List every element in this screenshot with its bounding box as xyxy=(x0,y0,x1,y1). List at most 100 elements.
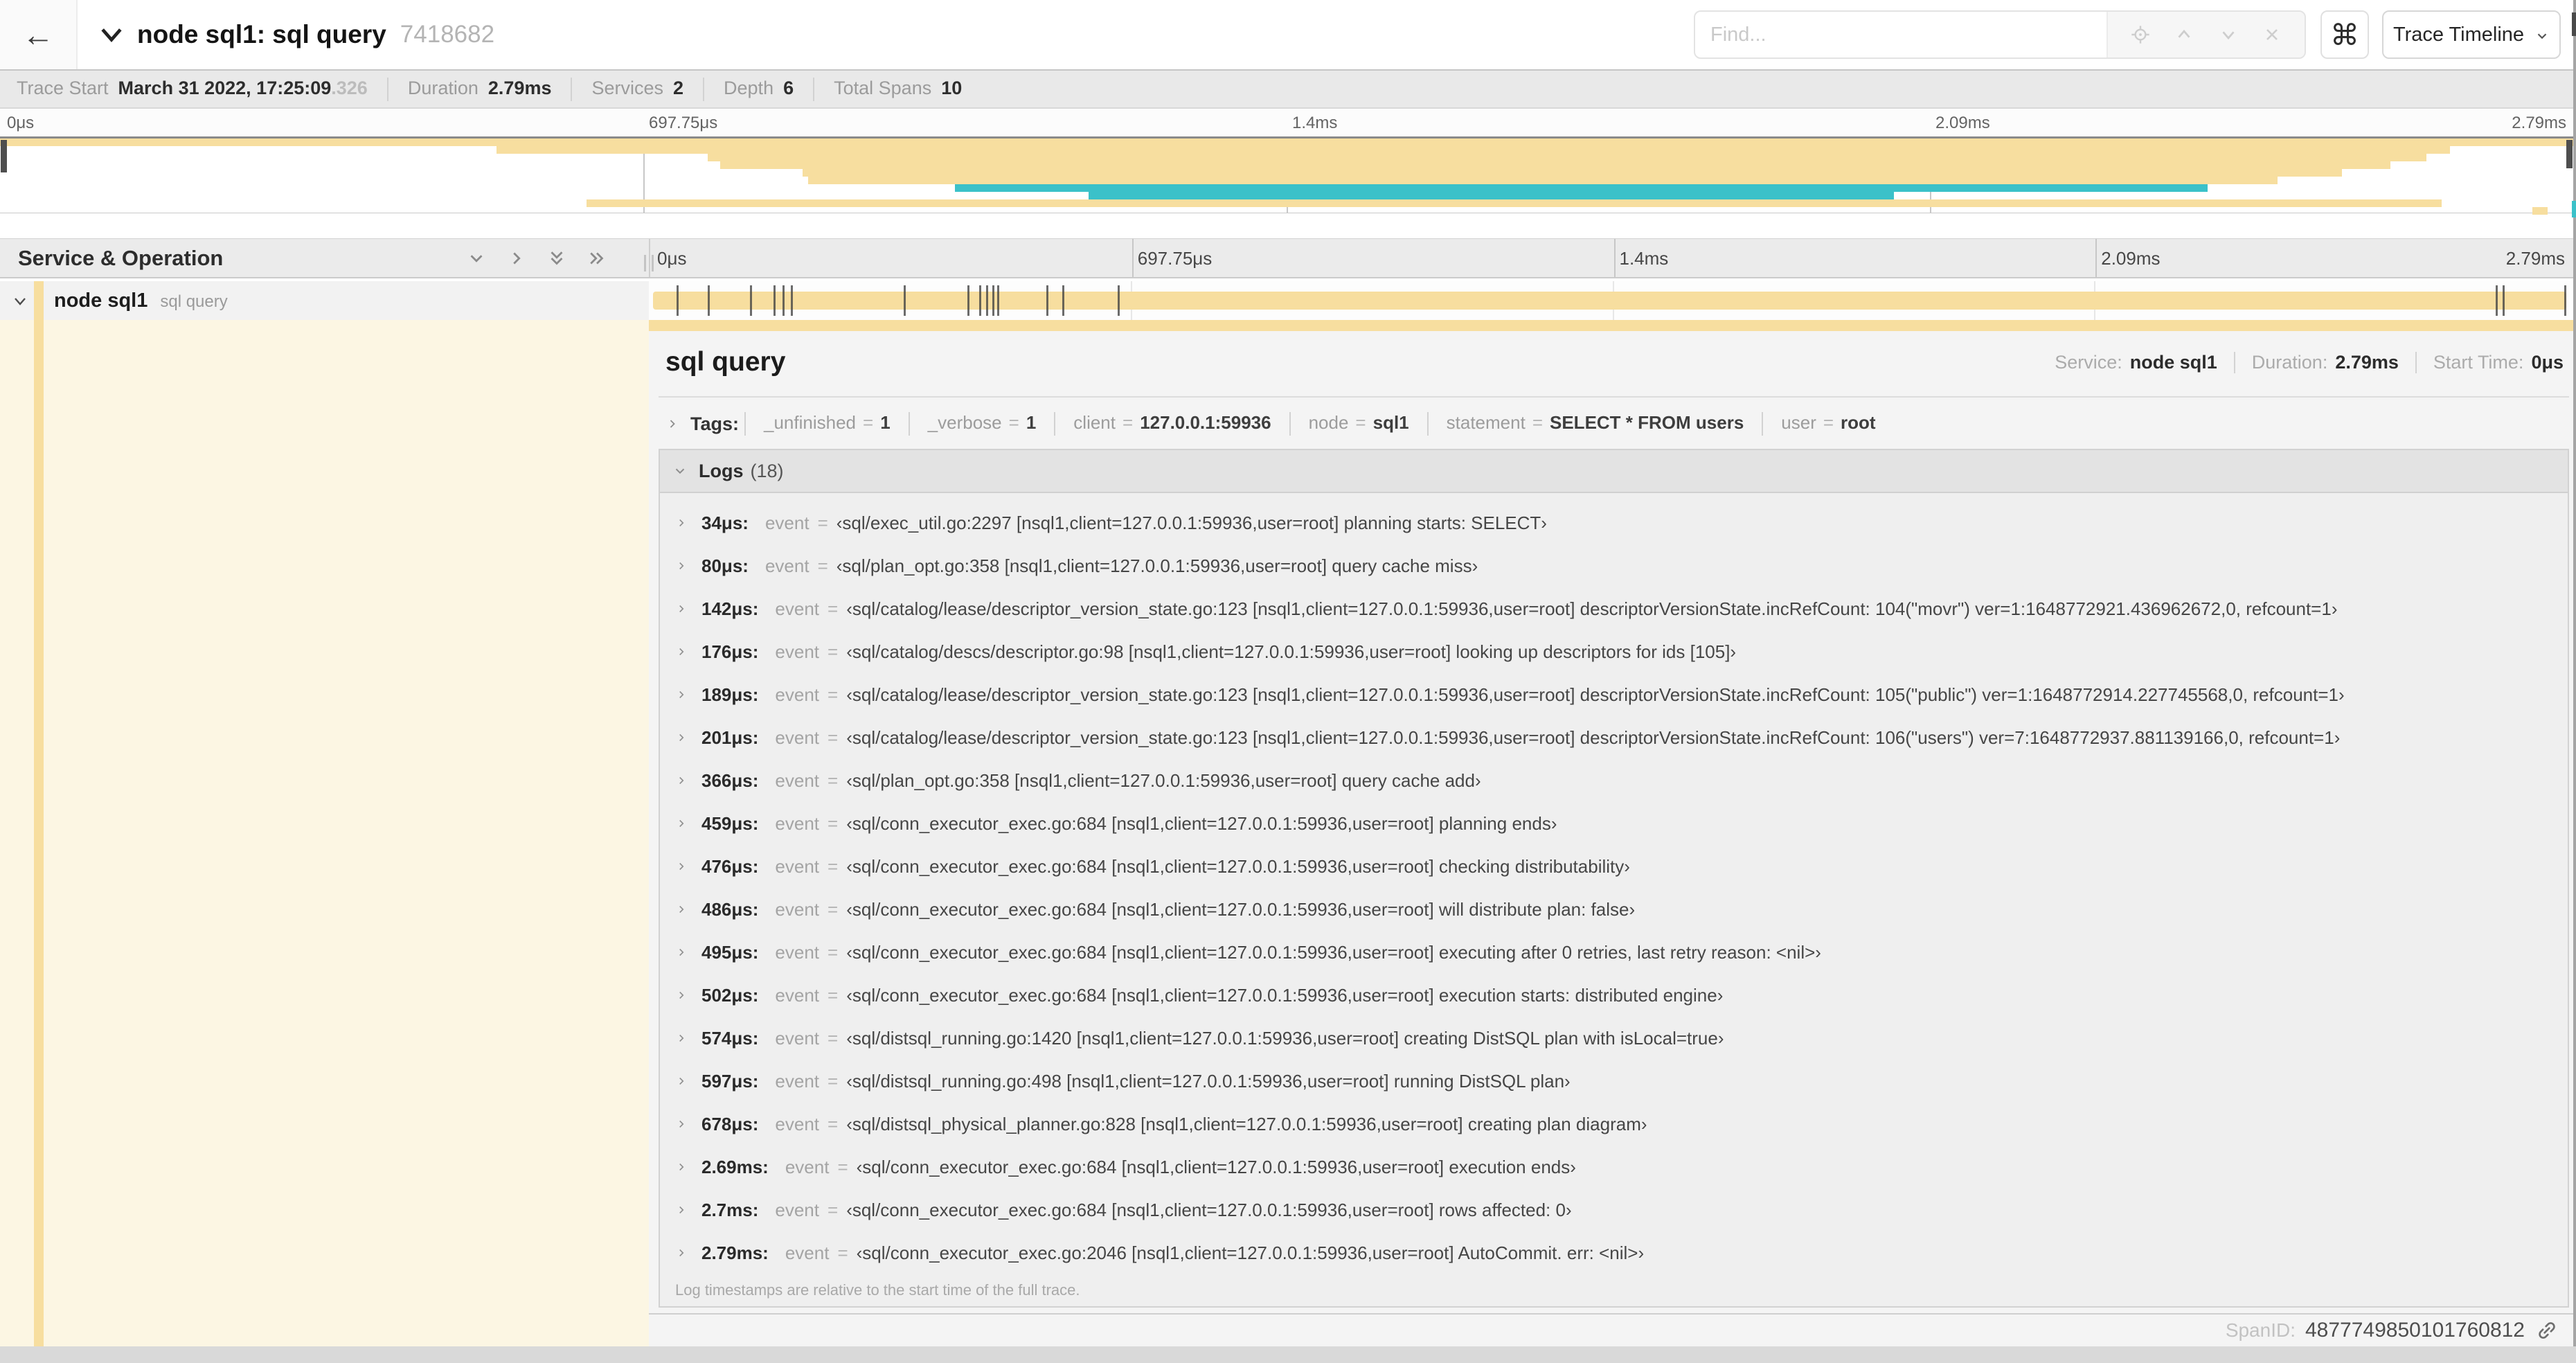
log-equals: = xyxy=(828,1113,839,1134)
log-value: ‹sql/catalog/lease/descriptor_version_st… xyxy=(846,727,2341,748)
timeline-gridline xyxy=(1132,239,1134,277)
log-row[interactable]: 201μs: event = ‹sql/catalog/lease/descripto… xyxy=(660,716,2568,759)
log-key: event xyxy=(764,555,810,576)
log-event-marker xyxy=(992,285,994,316)
trace-view-selector[interactable]: Trace Timeline xyxy=(2382,10,2561,59)
log-key: event xyxy=(775,898,820,920)
summary-value-wrap: March 31 2022, 17:25:09.326 xyxy=(118,78,368,99)
clear-search-icon[interactable] xyxy=(2260,23,2284,46)
timeline-tick-label: 0μs xyxy=(7,114,35,132)
log-equals: = xyxy=(828,769,839,791)
span-row[interactable]: node sql1 sql query xyxy=(0,281,2576,320)
find-input[interactable] xyxy=(1695,12,2107,57)
log-key: event xyxy=(775,1070,820,1092)
logs-header[interactable]: Logs (18) xyxy=(660,450,2568,493)
minimap-canvas[interactable] xyxy=(0,136,2573,215)
log-equals: = xyxy=(817,512,828,533)
span-timeline-column[interactable] xyxy=(649,281,2576,320)
deep-link-icon[interactable] xyxy=(2534,1318,2559,1343)
log-row[interactable]: 176μs: event = ‹sql/catalog/descs/descripto… xyxy=(660,630,2568,673)
column-resizer[interactable] xyxy=(640,239,658,277)
log-row[interactable]: 2.79ms: event = ‹sql/conn_executor_exec.go:… xyxy=(660,1231,2568,1274)
trace-collapse-chevron-icon[interactable] xyxy=(96,19,127,50)
trace-summary-bar: Trace Start March 31 2022, 17:25:09.326 Du… xyxy=(0,69,2576,109)
span-detail-bar xyxy=(649,320,2576,331)
log-equals: = xyxy=(828,812,839,834)
log-event-marker xyxy=(773,285,776,316)
tag-key: statement xyxy=(1446,412,1526,433)
summary-value: 2.79ms xyxy=(488,77,552,98)
log-chevron-icon xyxy=(675,1116,689,1132)
timeline-tick-label: 2.79ms xyxy=(2505,248,2565,269)
minimap-span xyxy=(2532,207,2548,215)
log-event-marker xyxy=(708,285,710,316)
scrollbar-thumb[interactable] xyxy=(2572,12,2576,36)
log-value: ‹sql/catalog/lease/descriptor_version_st… xyxy=(846,598,2338,619)
log-row[interactable]: 574μs: event = ‹sql/distsql_running.go:1420… xyxy=(660,1017,2568,1060)
minimap-span xyxy=(954,184,2208,192)
log-row[interactable]: 189μs: event = ‹sql/catalog/lease/descripto… xyxy=(660,673,2568,716)
summary-item: Total Spans 10 xyxy=(813,77,981,101)
expand-one-icon[interactable] xyxy=(505,247,528,270)
log-value: ‹sql/distsql_running.go:498 [nsql1,clien… xyxy=(846,1070,1571,1092)
log-key: event xyxy=(775,1113,820,1134)
summary-label: Services xyxy=(591,77,663,98)
timeline-tick-label: 2.09ms xyxy=(2101,248,2161,269)
minimap-left-scrubber[interactable] xyxy=(1,140,7,172)
span-meta-label: Service: xyxy=(2055,351,2122,373)
service-name: node sql1 xyxy=(54,289,148,312)
span-meta-label: Duration: xyxy=(2251,351,2328,373)
log-chevron-icon xyxy=(675,815,689,832)
minimap-span xyxy=(0,139,2573,146)
jaeger-trace-page: ← node sql1: sql query 7418682 Find... ⌘… xyxy=(0,0,2576,1363)
log-chevron-icon xyxy=(675,772,689,789)
span-name-column[interactable]: node sql1 sql query xyxy=(0,281,649,320)
locate-icon[interactable] xyxy=(2129,23,2152,46)
tag-value: 127.0.0.1:59936 xyxy=(1140,412,1271,433)
span-duration-bar[interactable] xyxy=(653,292,2566,310)
span-children-collapse-icon[interactable] xyxy=(11,293,29,310)
log-value: ‹sql/conn_executor_exec.go:684 [nsql1,cl… xyxy=(846,1199,1572,1220)
minimap-right-scrubber[interactable] xyxy=(2566,140,2573,168)
span-meta-item: Start Time: 0μs xyxy=(2415,351,2565,373)
operation-name: sql query xyxy=(160,292,228,311)
log-row[interactable]: 495μs: event = ‹sql/conn_executor_exec.go:6… xyxy=(660,931,2568,974)
log-row[interactable]: 476μs: event = ‹sql/conn_executor_exec.go:6… xyxy=(660,845,2568,888)
tag-equals: = xyxy=(1532,412,1543,433)
log-chevron-icon xyxy=(675,600,689,617)
summary-value: 2 xyxy=(673,77,684,98)
prev-result-icon[interactable] xyxy=(2172,23,2196,46)
log-row[interactable]: 80μs: event = ‹sql/plan_opt.go:358 [nsql1,c… xyxy=(660,544,2568,587)
log-row[interactable]: 597μs: event = ‹sql/distsql_running.go:498 … xyxy=(660,1060,2568,1103)
expand-all-icon[interactable] xyxy=(585,247,609,270)
tags-list: _unfinished = 1 _verbose = 1 client = 127.0.0.1:… xyxy=(744,412,1894,436)
tags-accordion[interactable]: Tags: _unfinished = 1 _verbose = 1 client = 127.… xyxy=(665,404,1894,443)
log-row[interactable]: 2.7ms: event = ‹sql/conn_executor_exec.go:6… xyxy=(660,1188,2568,1231)
log-event-marker xyxy=(967,285,970,316)
log-timestamp: 574μs: xyxy=(701,1027,759,1049)
keyboard-shortcuts-button[interactable]: ⌘ xyxy=(2320,10,2369,59)
span-meta-value: 2.79ms xyxy=(2335,351,2399,373)
log-row[interactable]: 459μs: event = ‹sql/conn_executor_exec.go:6… xyxy=(660,802,2568,845)
log-key: event xyxy=(775,984,820,1006)
collapse-one-icon[interactable] xyxy=(465,247,488,270)
log-row[interactable]: 486μs: event = ‹sql/conn_executor_exec.go:6… xyxy=(660,888,2568,931)
log-key: event xyxy=(775,1199,819,1220)
log-equals: = xyxy=(828,855,839,877)
log-row[interactable]: 142μs: event = ‹sql/catalog/lease/descripto… xyxy=(660,587,2568,630)
summary-item: Duration 2.79ms xyxy=(386,77,571,101)
log-key: event xyxy=(764,512,810,533)
log-row[interactable]: 366μs: event = ‹sql/plan_opt.go:358 [nsql1,… xyxy=(660,759,2568,802)
log-key: event xyxy=(775,855,820,877)
log-row[interactable]: 2.69ms: event = ‹sql/conn_executor_exec.go:… xyxy=(660,1146,2568,1188)
summary-label: Total Spans xyxy=(834,77,932,98)
log-key: event xyxy=(775,598,820,619)
log-row[interactable]: 502μs: event = ‹sql/conn_executor_exec.go:6… xyxy=(660,974,2568,1017)
log-row[interactable]: 34μs: event = ‹sql/exec_util.go:2297 [nsql1… xyxy=(660,501,2568,544)
back-button[interactable]: ← xyxy=(0,0,78,69)
next-result-icon[interactable] xyxy=(2217,23,2240,46)
minimap-span xyxy=(587,199,2442,207)
collapse-all-icon[interactable] xyxy=(545,247,569,270)
log-row[interactable]: 678μs: event = ‹sql/distsql_physical_planne… xyxy=(660,1103,2568,1146)
minimap-span xyxy=(497,146,2450,154)
